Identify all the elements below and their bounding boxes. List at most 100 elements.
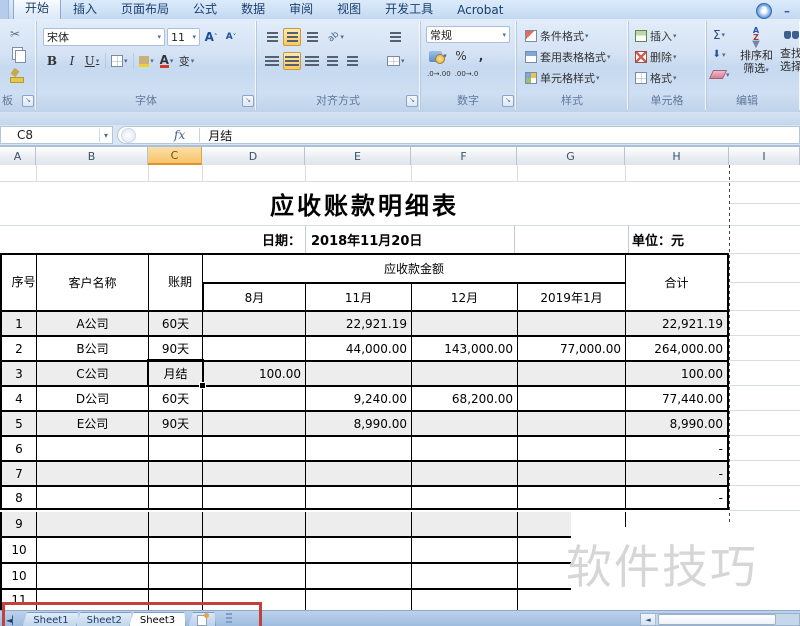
header-month[interactable]: 8月 [202,282,305,310]
merge-center-button[interactable]: ▾ [386,52,406,70]
insert-cells-button[interactable]: 插入▾ [634,27,678,44]
delete-cells-button[interactable]: 删除▾ [634,48,678,65]
cut-icon[interactable]: ✂ [10,27,20,41]
cell-D-6[interactable] [202,435,305,460]
cell-A-1[interactable]: 1 [0,310,36,335]
cell-E-2[interactable]: 44,000.00 [305,335,411,360]
header-no[interactable]: 序号 [0,253,36,310]
cell-C-4[interactable]: 60天 [148,385,202,410]
cell-E-7[interactable] [305,460,411,485]
cell-E-8[interactable] [305,485,411,510]
cell-C-1[interactable]: 60天 [148,310,202,335]
comma-button[interactable]: , [472,47,490,65]
tail-cell[interactable]: 10 [0,536,36,562]
tail-cell[interactable] [411,562,517,588]
cell-G-1[interactable] [517,310,625,335]
column-header-F[interactable]: F [411,147,517,165]
column-header-B[interactable]: B [36,147,148,165]
ribbon-tab[interactable]: 数据 [229,0,277,19]
tail-cell[interactable] [202,536,305,562]
cell-styles-button[interactable]: 单元格样式▾ [524,69,601,86]
cell-B-2[interactable]: B公司 [36,335,148,360]
header-customer[interactable]: 客户名称 [36,253,148,310]
format-as-table-button[interactable]: 套用表格格式▾ [524,48,612,65]
format-painter-icon[interactable] [11,68,20,77]
column-header-H[interactable]: H [625,147,729,165]
fill-handle[interactable] [199,382,206,389]
cell-D-7[interactable] [202,460,305,485]
ribbon-tab[interactable]: Acrobat [445,1,515,19]
find-select-button[interactable]: 查找 选择 [776,27,800,73]
cell-H-3[interactable]: 100.00 [625,360,729,385]
underline-button[interactable]: U▾ [83,52,101,70]
cell-G-3[interactable] [517,360,625,385]
cell-C-6[interactable] [148,435,202,460]
ribbon-tab[interactable]: 公式 [181,0,229,19]
tail-cell[interactable] [411,512,517,536]
cell-A-4[interactable]: 4 [0,385,36,410]
tail-cell[interactable] [36,536,148,562]
tail-cell[interactable] [305,562,411,588]
header-terms[interactable]: 账期 [148,253,202,310]
cell-F-3[interactable] [411,360,517,385]
tail-cell[interactable] [148,536,202,562]
cell-B-8[interactable] [36,485,148,510]
increase-indent-button[interactable] [343,52,361,70]
date-value-cell[interactable]: 2018年11月20日 [311,225,511,253]
cell-E-6[interactable] [305,435,411,460]
column-header-E[interactable]: E [305,147,411,165]
font-dialog-launcher[interactable]: ↘ [242,95,254,107]
cell-H-8[interactable]: - [625,485,729,510]
cell-B-1[interactable]: A公司 [36,310,148,335]
cell-E-3[interactable] [305,360,411,385]
tail-cell[interactable]: 10 [0,562,36,588]
cell-G-6[interactable] [517,435,625,460]
ribbon-tab[interactable]: 页面布局 [109,0,181,19]
cell-F-2[interactable]: 143,000.00 [411,335,517,360]
phonetic-button[interactable]: 变▾ [178,52,196,70]
tail-cell[interactable] [36,512,148,536]
tail-cell[interactable] [305,588,411,610]
column-header-G[interactable]: G [517,147,625,165]
cell-G-8[interactable] [517,485,625,510]
unit-label-cell[interactable]: 单位：元 [632,225,727,253]
formula-input[interactable]: fx 月结 [117,126,800,144]
ribbon-tab[interactable]: 视图 [325,0,373,19]
shrink-font-button[interactable]: A˅ [222,28,240,46]
alignment-dialog-launcher[interactable]: ↘ [406,95,418,107]
column-header-A[interactable]: A [0,147,36,165]
wrap-text-button[interactable] [386,28,404,46]
header-month[interactable]: 11月 [305,282,411,310]
clear-button[interactable]: ▾ [710,67,731,82]
cell-H-5[interactable]: 8,990.00 [625,410,729,435]
scroll-left-icon[interactable]: ◄ [641,614,656,625]
cell-G-4[interactable] [517,385,625,410]
conditional-formatting-button[interactable]: 条件格式▾ [524,27,590,44]
font-name-select[interactable]: 宋体▾ [43,28,165,46]
cell-H-6[interactable]: - [625,435,729,460]
font-size-select[interactable]: 11▾ [167,28,200,46]
cell-H-7[interactable]: - [625,460,729,485]
cell-A-3[interactable]: 3 [0,360,36,385]
align-right-button[interactable] [303,52,321,70]
number-dialog-launcher[interactable]: ↘ [502,95,514,107]
cell-F-7[interactable] [411,460,517,485]
cell-B-7[interactable] [36,460,148,485]
ribbon-tab[interactable]: 开始 [13,0,61,19]
cell-B-4[interactable]: D公司 [36,385,148,410]
scrollbar-thumb[interactable] [658,614,776,625]
decrease-decimal-button[interactable]: .00→.0 [454,67,480,81]
cell-E-1[interactable]: 22,921.19 [305,310,411,335]
cell-D-3[interactable]: 100.00 [202,360,305,385]
cell-A-2[interactable]: 2 [0,335,36,360]
cell-H-4[interactable]: 77,440.00 [625,385,729,410]
format-cells-button[interactable]: 格式▾ [634,69,678,86]
borders-button[interactable]: ▾ [110,52,129,70]
tail-cell[interactable] [148,562,202,588]
ribbon-tab[interactable]: 开发工具 [373,0,445,19]
increase-decimal-button[interactable]: .0→.00 [426,67,452,81]
formula-bar-collapse-icon[interactable] [121,128,136,143]
tail-cell[interactable] [305,512,411,536]
cell-G-7[interactable] [517,460,625,485]
cell-D-2[interactable] [202,335,305,360]
